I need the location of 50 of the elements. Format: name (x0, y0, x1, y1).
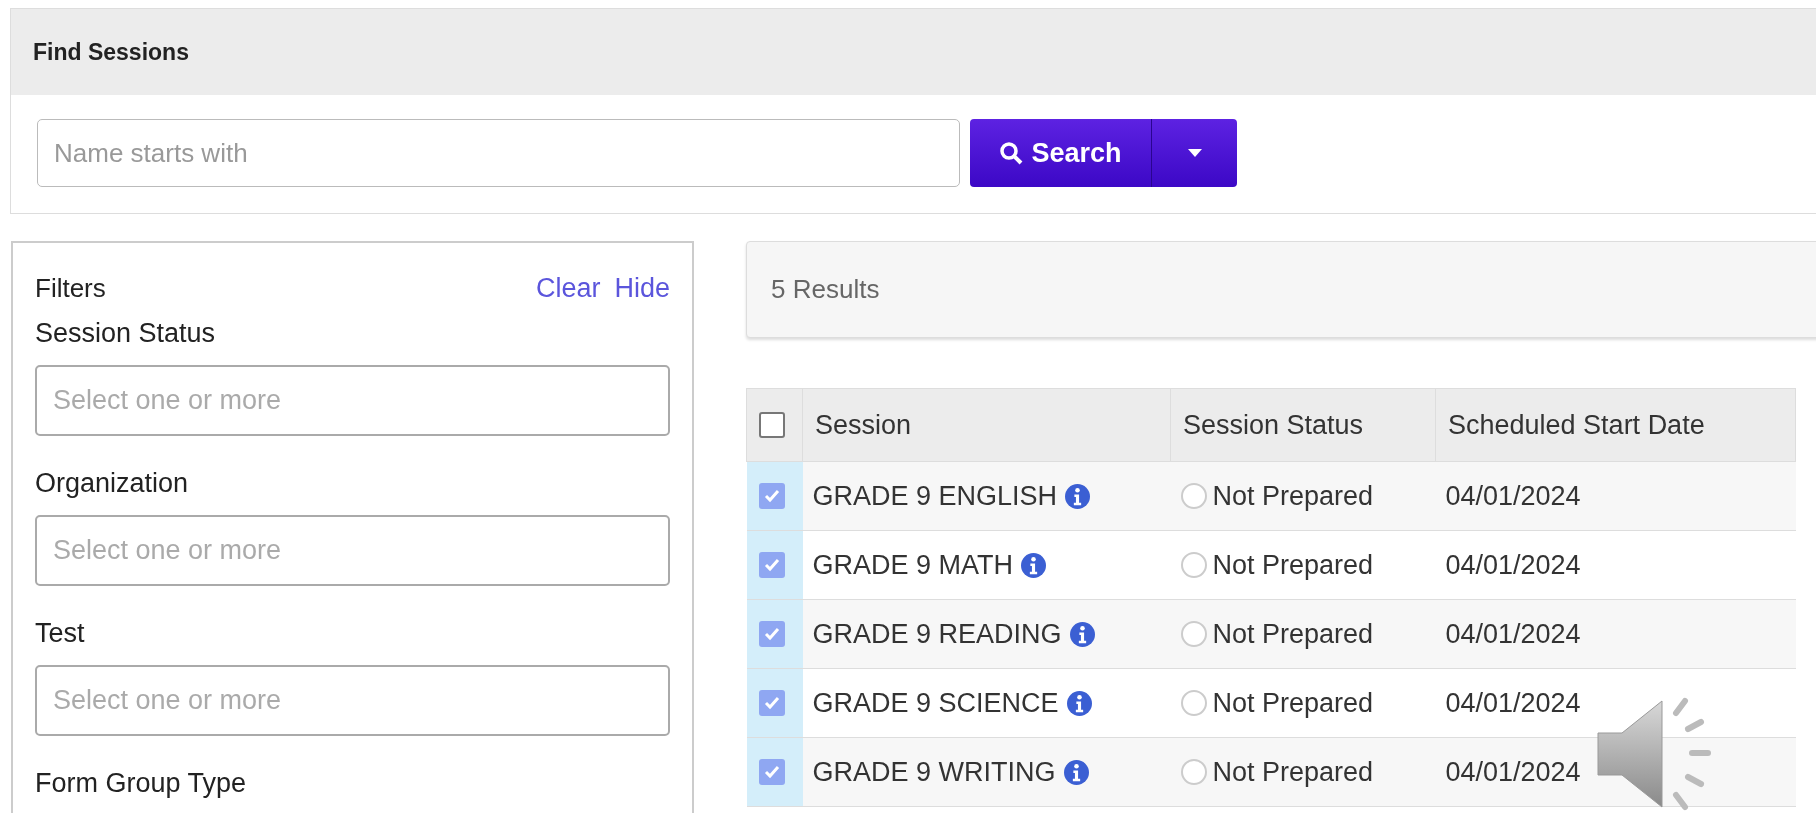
filter-field[interactable]: Select one or more (35, 515, 670, 586)
filters-title: Filters (35, 273, 106, 304)
column-header[interactable]: Session Status (1170, 388, 1436, 462)
checkbox[interactable] (759, 412, 785, 438)
search-field[interactable]: Name starts with (37, 119, 960, 187)
session-name: GRADE 9 WRITING (812, 756, 1056, 788)
check-icon (762, 625, 781, 643)
session-name: GRADE 9 SCIENCE (812, 687, 1059, 719)
filter-label: Session Status (35, 318, 217, 349)
filter-label: Form Group Type (35, 768, 248, 799)
check-icon (762, 694, 781, 712)
filter-link[interactable]: Hide (614, 273, 670, 304)
start-date: 04/01/2024 (1445, 756, 1581, 787)
filter-field[interactable]: Select one or more (35, 665, 670, 736)
start-date: 04/01/2024 (1445, 480, 1581, 511)
session-status: Not Prepared (1212, 756, 1374, 788)
session-status: Not Prepared (1212, 549, 1374, 581)
checkbox[interactable] (758, 552, 785, 578)
caret-icon (1187, 149, 1202, 157)
check-icon (762, 556, 781, 574)
start-date: 04/01/2024 (1445, 618, 1581, 649)
session-status: Not Prepared (1212, 480, 1374, 512)
info-icon[interactable] (1069, 621, 1095, 647)
check-icon (762, 487, 781, 505)
session-status: Not Prepared (1212, 618, 1374, 650)
info-icon[interactable] (1065, 483, 1091, 509)
start-date: 04/01/2024 (1445, 687, 1581, 718)
session-name: GRADE 9 READING (812, 618, 1062, 650)
filter-label: Organization (35, 468, 190, 499)
filter-label: Test (35, 618, 86, 649)
check-icon (762, 763, 781, 781)
filter-field[interactable]: Select one or more (35, 365, 670, 436)
session-status: Not Prepared (1212, 687, 1374, 719)
column-header[interactable]: Scheduled Start Date (1435, 388, 1796, 462)
checkbox[interactable] (758, 690, 785, 716)
session-name: GRADE 9 MATH (812, 549, 1014, 581)
start-date: 04/01/2024 (1445, 549, 1581, 580)
checkbox[interactable] (758, 483, 785, 509)
info-icon[interactable] (1066, 690, 1092, 716)
results-count: 5 Results (771, 274, 880, 305)
info-icon[interactable] (1063, 759, 1089, 785)
checkbox[interactable] (758, 621, 785, 647)
info-icon[interactable] (1021, 552, 1047, 578)
search-button[interactable]: Search (970, 119, 1151, 187)
search-icon (999, 141, 1024, 165)
session-name: GRADE 9 ENGLISH (812, 480, 1058, 512)
filter-link[interactable]: Clear (535, 273, 601, 304)
column-header[interactable]: Session (802, 388, 1171, 462)
checkbox[interactable] (758, 759, 785, 785)
panel-title: Find Sessions (33, 38, 189, 66)
